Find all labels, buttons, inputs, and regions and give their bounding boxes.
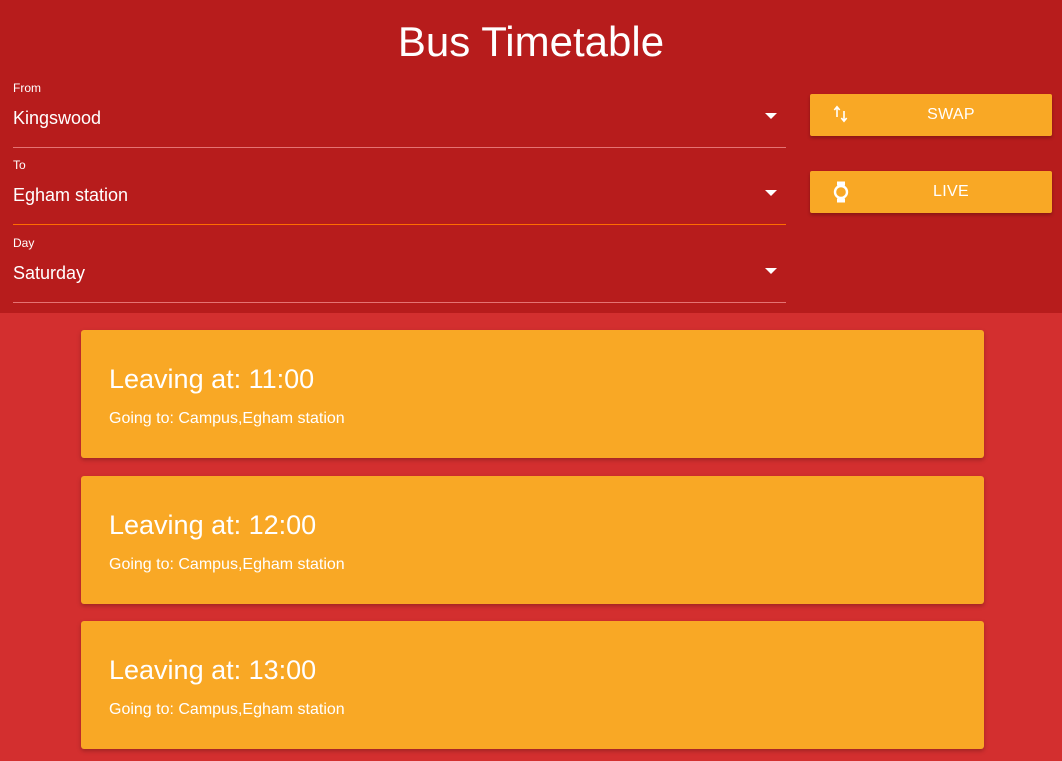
departure-card: Leaving at: 12:00 Going to: Campus,Egham… — [81, 476, 984, 604]
from-value[interactable]: Kingswood — [13, 106, 101, 130]
departure-destination: Going to: Campus,Egham station — [109, 410, 345, 427]
swap-button-label: SWAP — [927, 106, 975, 123]
day-underline — [13, 302, 786, 303]
departure-destination: Going to: Campus,Egham station — [109, 556, 345, 573]
departure-time: Leaving at: 12:00 — [109, 510, 317, 540]
watch-icon — [832, 181, 850, 203]
to-value[interactable]: Egham station — [13, 183, 128, 207]
to-select[interactable]: To Egham station — [13, 157, 786, 225]
from-label: From — [13, 81, 41, 95]
from-select[interactable]: From Kingswood — [13, 80, 786, 148]
live-button-label: LIVE — [933, 183, 969, 200]
departure-card: Leaving at: 11:00 Going to: Campus,Egham… — [81, 330, 984, 458]
to-label: To — [13, 158, 26, 172]
swap-vertical-icon — [832, 104, 850, 124]
header: Bus Timetable From Kingswood To Egham st… — [0, 0, 1062, 313]
from-underline — [13, 147, 786, 148]
departure-time: Leaving at: 13:00 — [109, 655, 317, 685]
day-label: Day — [13, 236, 35, 250]
chevron-down-icon[interactable] — [765, 190, 777, 196]
day-value[interactable]: Saturday — [13, 261, 85, 285]
chevron-down-icon[interactable] — [765, 268, 777, 274]
departure-card: Leaving at: 13:00 Going to: Campus,Egham… — [81, 621, 984, 749]
to-underline — [13, 224, 786, 225]
day-select[interactable]: Day Saturday — [13, 235, 786, 303]
live-button[interactable]: LIVE — [810, 171, 1052, 213]
swap-button[interactable]: SWAP — [810, 94, 1052, 136]
page-title: Bus Timetable — [397, 18, 665, 65]
departure-time: Leaving at: 11:00 — [109, 364, 315, 394]
departure-destination: Going to: Campus,Egham station — [109, 701, 345, 718]
chevron-down-icon[interactable] — [765, 113, 777, 119]
